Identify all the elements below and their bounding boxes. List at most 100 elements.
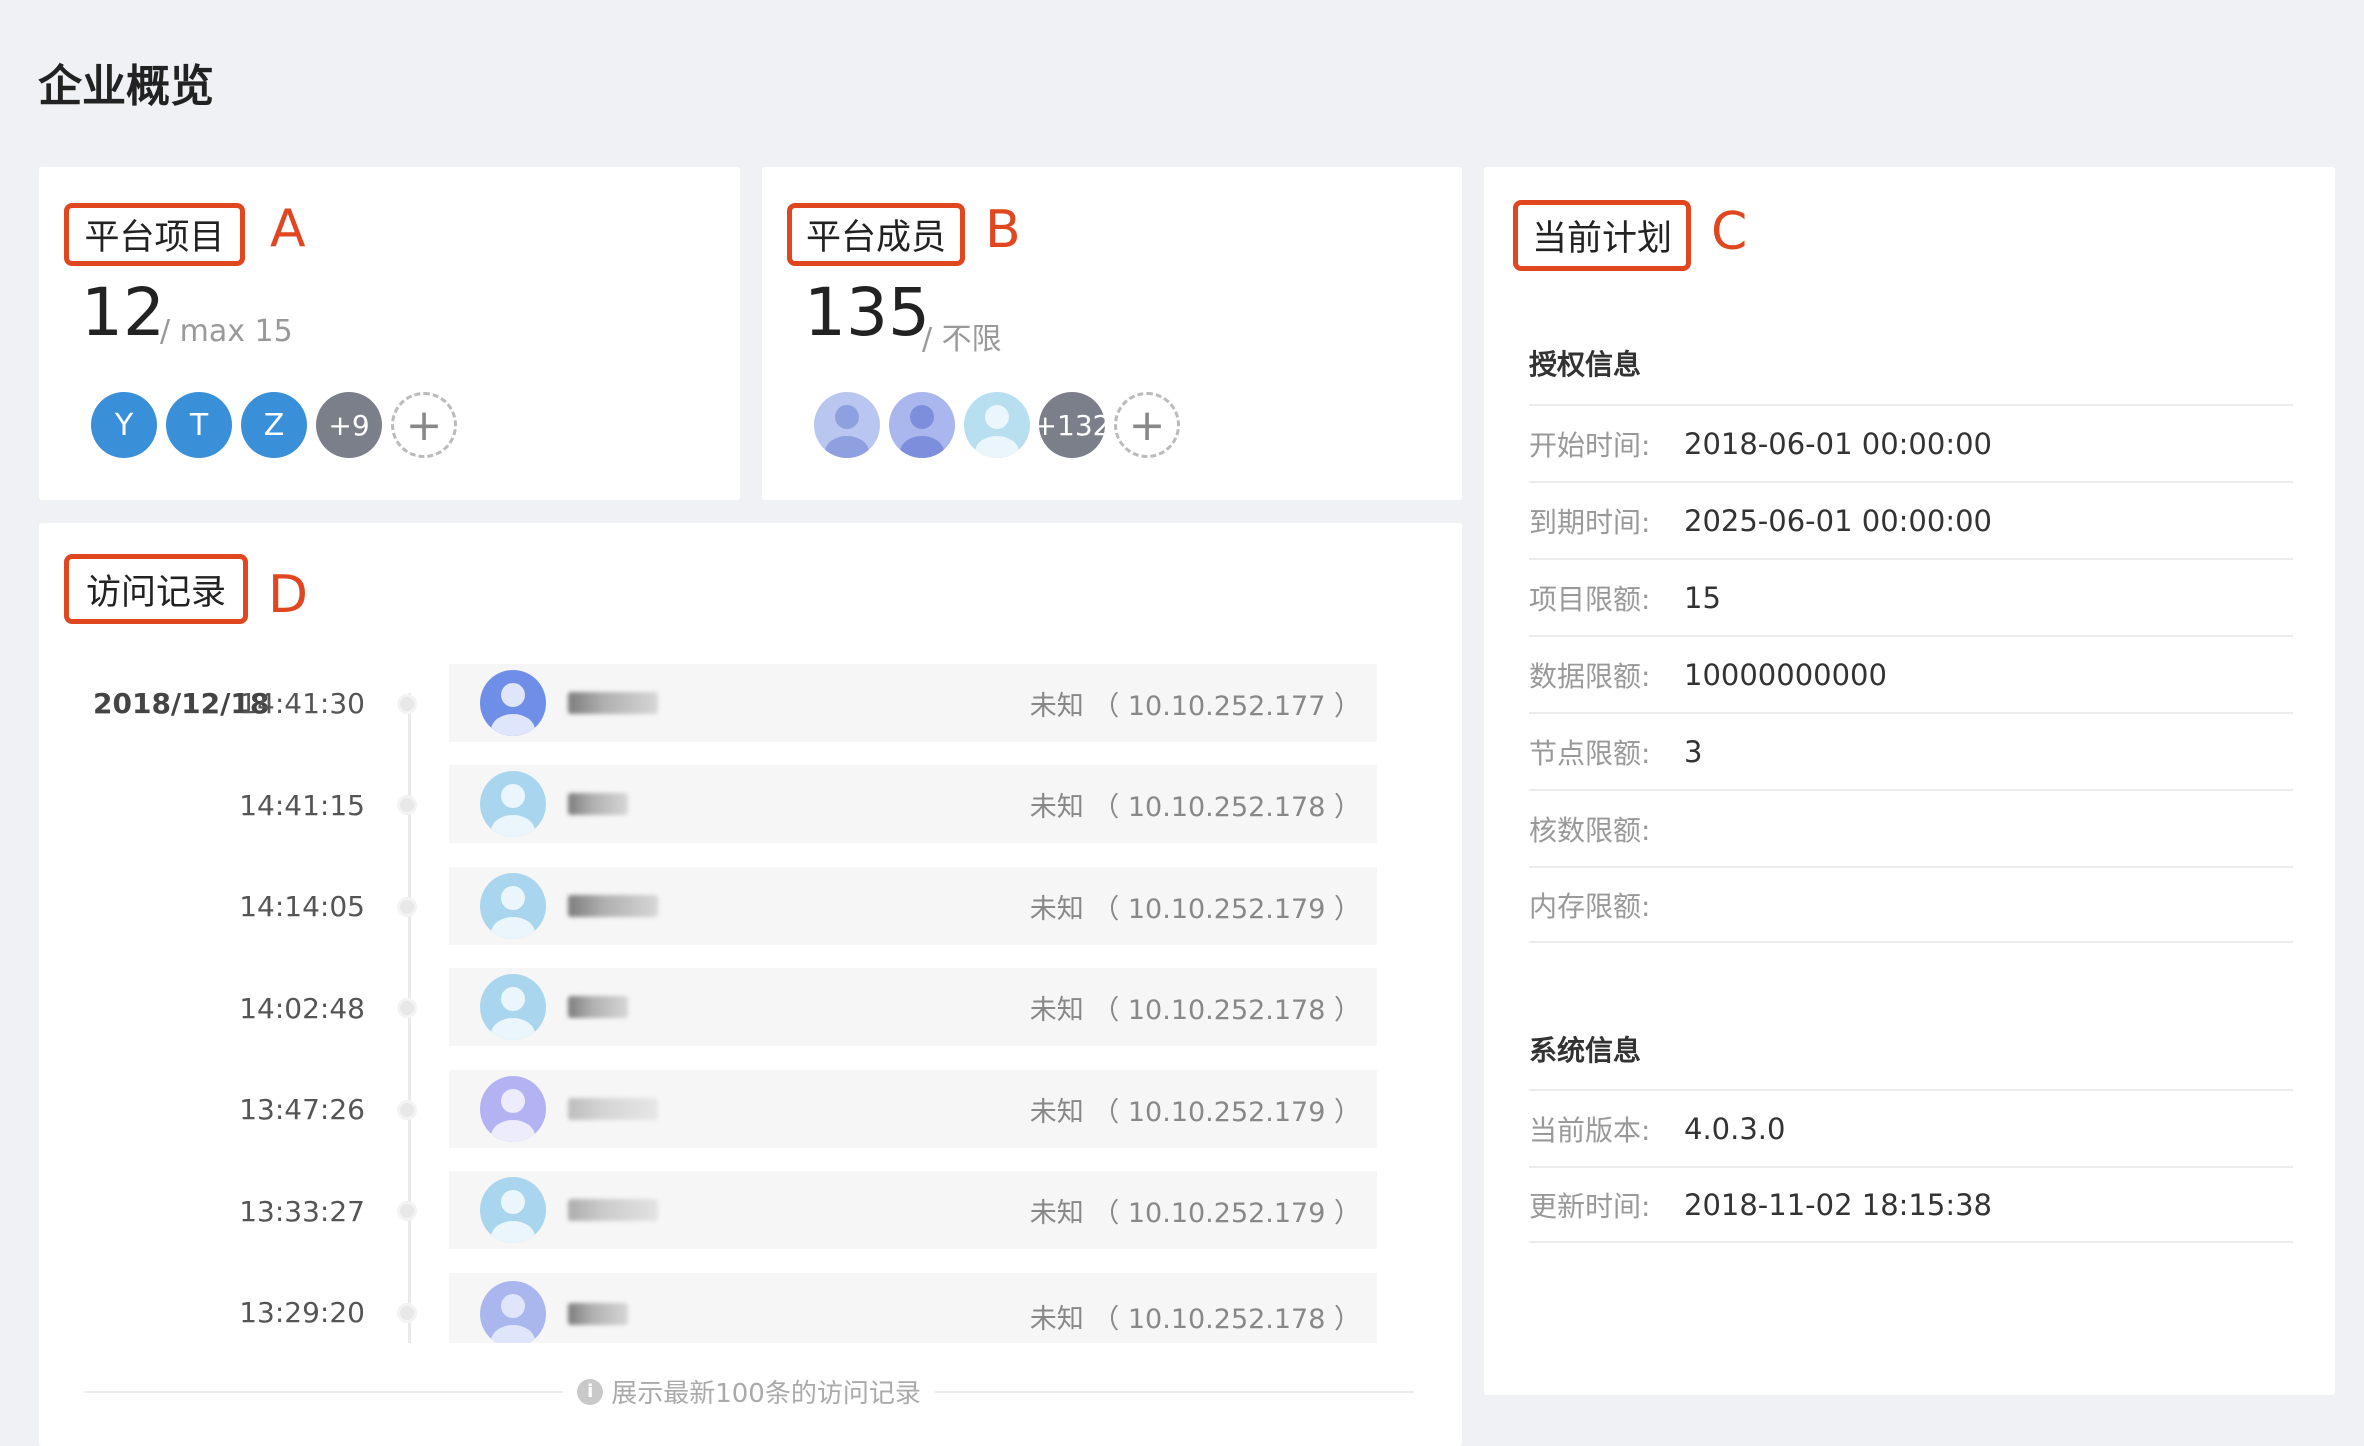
timeline-time: 13:29:20	[239, 1296, 365, 1329]
timeline-entry-card[interactable]: 未知 （ 10.10.252.179 ）	[449, 1070, 1377, 1148]
timeline-entry-card[interactable]: 未知 （ 10.10.252.179 ）	[449, 1171, 1377, 1249]
timeline-entry-card[interactable]: 未知 （ 10.10.252.178 ）	[449, 1273, 1377, 1343]
visitor-location: 未知 （ 10.10.252.179 ）	[1029, 893, 1361, 925]
user-silhouette-icon	[491, 683, 535, 736]
divider	[84, 1390, 564, 1393]
project-avatar[interactable]: T	[166, 392, 232, 458]
info-label: 当前版本:	[1529, 1113, 1651, 1147]
visitor-avatar	[480, 974, 546, 1040]
timeline-entry-card[interactable]: 未知 （ 10.10.252.178 ）	[449, 968, 1377, 1046]
current-plan-title: 当前计划	[1513, 200, 1691, 271]
project-limit: / max 15	[160, 314, 293, 349]
info-label: 节点限额:	[1529, 736, 1651, 770]
timeline-dot	[397, 1201, 417, 1221]
platform-projects-title: 平台项目	[64, 203, 245, 266]
info-label: 核数限额:	[1529, 813, 1651, 847]
user-silhouette-icon	[491, 987, 535, 1040]
info-value: 10000000000	[1684, 657, 1887, 692]
visitor-name-redacted	[568, 692, 658, 714]
visit-log-title: 访问记录	[64, 554, 248, 624]
info-row-start-time: 开始时间: 2018-06-01 00:00:00	[1529, 404, 2293, 481]
info-row-data-limit: 数据限额: 10000000000	[1529, 635, 2293, 712]
system-section-title: 系统信息	[1529, 1034, 1642, 1067]
info-row-project-limit: 项目限额: 15	[1529, 558, 2293, 635]
timeline-time: 14:41:30	[239, 687, 365, 720]
timeline-time: 14:14:05	[239, 890, 365, 923]
license-section-title: 授权信息	[1529, 348, 1642, 381]
visitor-name-redacted	[568, 793, 628, 815]
timeline-time: 14:41:15	[239, 789, 365, 822]
platform-projects-card: 平台项目 A 12 / max 15 Y T Z +9 +	[39, 167, 740, 500]
add-member-button[interactable]: +	[1114, 392, 1180, 458]
timeline-time: 14:02:48	[239, 992, 365, 1025]
visitor-avatar	[480, 1177, 546, 1243]
info-label: 数据限额:	[1529, 659, 1651, 693]
project-avatar[interactable]: Z	[241, 392, 307, 458]
timeline-dot	[397, 897, 417, 917]
info-label: 到期时间:	[1529, 505, 1651, 539]
user-silhouette-icon	[491, 784, 535, 837]
footer-note-label: 展示最新100条的访问记录	[611, 1379, 921, 1409]
member-avatar[interactable]	[814, 392, 880, 458]
project-avatar-row: Y T Z +9 +	[91, 392, 466, 458]
annotation-marker-c: C	[1711, 202, 1748, 262]
project-count: 12	[81, 274, 165, 351]
user-silhouette-icon	[491, 1089, 535, 1142]
user-silhouette-icon	[825, 405, 869, 458]
visitor-name-redacted	[568, 1199, 658, 1221]
member-avatar[interactable]	[889, 392, 955, 458]
visitor-name-redacted	[568, 996, 628, 1018]
info-label: 内存限额:	[1529, 889, 1651, 923]
info-row-core-limit: 核数限额:	[1529, 789, 2293, 866]
visitor-name-redacted	[568, 1303, 628, 1325]
visitor-location: 未知 （ 10.10.252.179 ）	[1029, 1096, 1361, 1128]
user-silhouette-icon	[491, 886, 535, 939]
more-members-badge[interactable]: +132	[1039, 392, 1105, 458]
user-silhouette-icon	[900, 405, 944, 458]
info-label: 开始时间:	[1529, 428, 1651, 462]
more-projects-badge[interactable]: +9	[316, 392, 382, 458]
timeline-dot	[397, 1100, 417, 1120]
timeline-time: 13:47:26	[239, 1093, 365, 1126]
footer-note-text: i 展示最新100条的访问记录	[563, 1373, 935, 1410]
page-title: 企业概览	[38, 61, 214, 112]
info-value: 3	[1684, 734, 1703, 769]
platform-members-title: 平台成员	[787, 203, 965, 266]
member-avatar[interactable]	[964, 392, 1030, 458]
info-value: 4.0.3.0	[1684, 1111, 1786, 1146]
divider	[934, 1390, 1415, 1393]
timeline-entry-card[interactable]: 未知 （ 10.10.252.178 ）	[449, 765, 1377, 843]
visitor-name-redacted	[568, 1098, 658, 1120]
member-limit: / 不限	[922, 322, 1002, 357]
timeline-dot	[397, 795, 417, 815]
visitor-avatar	[480, 1281, 546, 1343]
visitor-location: 未知 （ 10.10.252.177 ）	[1029, 690, 1361, 722]
visitor-location: 未知 （ 10.10.252.178 ）	[1029, 994, 1361, 1026]
platform-members-card: 平台成员 B 135 / 不限 +132 +	[762, 167, 1462, 500]
timeline-dot	[397, 694, 417, 714]
timeline-entry-card[interactable]: 未知 （ 10.10.252.177 ）	[449, 664, 1377, 742]
annotation-marker-a: A	[270, 199, 306, 259]
add-project-button[interactable]: +	[391, 392, 457, 458]
visitor-avatar	[480, 1076, 546, 1142]
info-value: 2018-11-02 18:15:38	[1684, 1187, 1992, 1222]
timeline-dot	[397, 998, 417, 1018]
visitor-avatar	[480, 670, 546, 736]
timeline-line	[408, 693, 411, 1343]
visitor-name-redacted	[568, 895, 658, 917]
annotation-marker-b: B	[985, 200, 1021, 260]
timeline-time: 13:33:27	[239, 1195, 365, 1228]
user-silhouette-icon	[491, 1190, 535, 1243]
project-avatar[interactable]: Y	[91, 392, 157, 458]
timeline-entry-card[interactable]: 未知 （ 10.10.252.179 ）	[449, 867, 1377, 945]
visit-log-card: 访问记录 D 2018/12/18 14:41:30 未知 （ 10.10.25…	[39, 523, 1462, 1446]
info-row-node-limit: 节点限额: 3	[1529, 712, 2293, 789]
info-row-expiry-time: 到期时间: 2025-06-01 00:00:00	[1529, 481, 2293, 558]
current-plan-card: 当前计划 C 授权信息 开始时间: 2018-06-01 00:00:00 到期…	[1484, 167, 2335, 1395]
info-row-update-time: 更新时间: 2018-11-02 18:15:38	[1529, 1166, 2293, 1243]
info-value: 2018-06-01 00:00:00	[1684, 426, 1992, 461]
info-value: 2025-06-01 00:00:00	[1684, 503, 1992, 538]
info-icon: i	[577, 1378, 604, 1405]
user-silhouette-icon	[491, 1294, 535, 1343]
visitor-location: 未知 （ 10.10.252.179 ）	[1029, 1197, 1361, 1229]
